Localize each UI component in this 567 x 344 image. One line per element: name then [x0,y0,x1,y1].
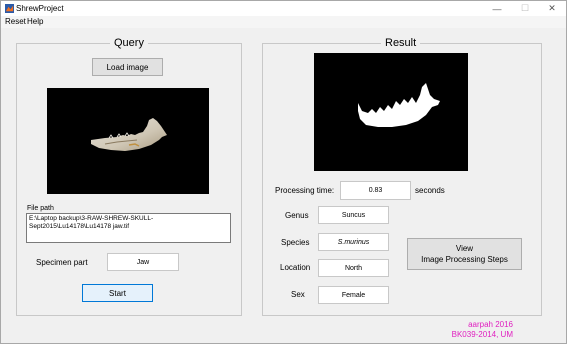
minimize-button[interactable]: — [483,1,511,16]
genus-field: Suncus [318,206,389,224]
menu-help[interactable]: Help [25,17,45,27]
menu-bar: Reset Help [1,16,566,28]
location-field: North [318,259,389,277]
processing-time-unit: seconds [415,186,445,195]
species-field: S.murinus [318,233,389,251]
window-title: ShrewProject [16,4,64,13]
close-icon: ✕ [548,3,556,13]
app-window: ShrewProject — ☐ ✕ Reset Help Query Load… [0,0,567,344]
specimen-part-field[interactable]: Jaw [107,253,179,271]
maximize-icon: ☐ [520,3,530,13]
sex-label: Sex [291,290,305,299]
specimen-part-label: Specimen part [36,258,88,267]
query-panel-title: Query [110,37,148,50]
load-image-button-label: Load image [106,62,149,72]
footer-line-1: aarpah 2016 [468,320,513,329]
minimize-icon: — [492,3,502,14]
species-label: Species [281,238,310,247]
genus-label: Genus [285,211,309,220]
result-panel-title: Result [381,37,421,50]
matlab-figure-icon [5,4,14,13]
processing-time-label: Processing time: [275,186,335,195]
close-button[interactable]: ✕ [538,1,566,16]
binary-jaw-image [358,83,440,127]
footer-line-2: BK039-2014, UM [451,330,513,339]
sex-field: Female [318,286,389,304]
title-bar: ShrewProject — ☐ ✕ [1,1,566,16]
result-image [314,53,468,171]
file-path-field[interactable]: E:\Laptop backup\3-RAW-SHREW-SKULL-Sept2… [26,213,231,243]
location-label: Location [280,263,311,272]
query-image [47,88,209,194]
maximize-button[interactable]: ☐ [511,1,539,16]
view-processing-steps-label: View Image Processing Steps [421,244,508,264]
start-button-label: Start [109,288,126,298]
view-processing-steps-button[interactable]: View Image Processing Steps [407,238,522,270]
start-button[interactable]: Start [82,284,153,302]
load-image-button[interactable]: Load image [92,58,163,76]
processing-time-field: 0.83 [340,181,411,200]
jaw-photo [91,118,167,151]
